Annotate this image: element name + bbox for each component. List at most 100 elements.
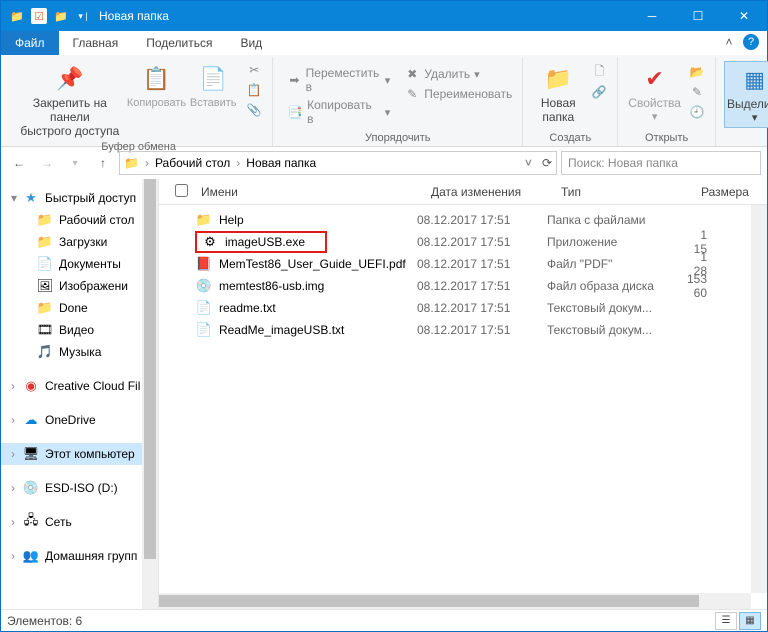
col-size[interactable]: Размера (695, 185, 767, 199)
ribbon: 📌 Закрепить на панелибыстрого доступа 📋 … (1, 55, 767, 147)
pin-icon: 📌 (54, 63, 86, 95)
nav-forward-button[interactable]: → (35, 151, 59, 175)
rename-button[interactable]: ✎Переименовать (402, 85, 514, 103)
breadcrumb-folder[interactable]: Новая папка (246, 156, 316, 170)
column-header: Имени Дата изменения Тип Размера (159, 179, 767, 205)
address-dropdown-icon[interactable]: ˅ (525, 156, 532, 170)
homegroup-icon: 👥 (23, 548, 39, 564)
file-icon: 📄 (195, 322, 213, 338)
ribbon-tabs: Файл Главная Поделиться Вид ˄ ? (1, 31, 767, 55)
cut-icon: ✂ (246, 62, 262, 78)
sidebar-creative-cloud[interactable]: ›◉Creative Cloud Fil (1, 375, 158, 397)
file-row[interactable]: 📄ReadMe_imageUSB.txt08.12.2017 17:51Текс… (159, 319, 767, 341)
easy-access-button[interactable]: 🔗 (589, 83, 609, 101)
shortcut-icon: 📎 (246, 102, 262, 118)
nav-recent-button[interactable]: ▾ (63, 151, 87, 175)
copypath-button[interactable]: 📋 (244, 81, 264, 99)
sidebar-done[interactable]: 📁Done (1, 297, 158, 319)
open-group-label: Открыть (626, 132, 707, 146)
moveto-button[interactable]: ➡Переместить в ▾ (285, 65, 392, 95)
edit-button[interactable]: ✎ (687, 83, 707, 101)
view-details-button[interactable]: ☰ (715, 612, 737, 630)
qat-dropdown-icon[interactable]: ▾ | (75, 8, 91, 24)
col-type[interactable]: Тип (555, 185, 695, 199)
sidebar-quick-access[interactable]: ▾★Быстрый доступ (1, 187, 158, 209)
paste-shortcut-button[interactable]: 📎 (244, 101, 264, 119)
file-v-scrollbar[interactable] (751, 205, 767, 593)
col-name[interactable]: Имени (195, 185, 425, 199)
refresh-button[interactable]: ⟳ (542, 156, 552, 170)
nav-sidebar: ▾★Быстрый доступ 📁Рабочий стол 📁Загрузки… (1, 179, 159, 609)
delete-icon: ✖ (404, 66, 420, 82)
properties-button[interactable]: ✔ Свойства▾ (626, 61, 683, 126)
minimize-button[interactable]: ─ (629, 1, 675, 31)
file-icon: ⚙ (201, 234, 219, 250)
pc-icon: 🖥 (23, 446, 39, 462)
tab-view[interactable]: Вид (226, 31, 276, 55)
delete-button[interactable]: ✖Удалить ▾ (402, 65, 514, 83)
pin-quick-access-button[interactable]: 📌 Закрепить на панелибыстрого доступа (13, 61, 127, 141)
search-input[interactable]: Поиск: Новая папка (561, 151, 761, 175)
sidebar-homegroup[interactable]: ›👥Домашняя групп (1, 545, 158, 567)
file-row[interactable]: 📁Help08.12.2017 17:51Папка с файлами (159, 209, 767, 231)
pictures-icon: 🖼 (37, 278, 53, 294)
sidebar-downloads[interactable]: 📁Загрузки (1, 231, 158, 253)
file-list: 📁Help08.12.2017 17:51Папка с файлами⚙ima… (159, 205, 767, 609)
moveto-icon: ➡ (287, 72, 301, 88)
cc-icon: ◉ (23, 378, 39, 394)
help-icon[interactable]: ? (743, 34, 759, 50)
sidebar-onedrive[interactable]: ›☁OneDrive (1, 409, 158, 431)
main-area: ▾★Быстрый доступ 📁Рабочий стол 📁Загрузки… (1, 179, 767, 609)
window-title: Новая папка (99, 9, 169, 23)
history-icon: 🕘 (689, 104, 705, 120)
copy-button[interactable]: 📋 Копировать (127, 61, 186, 112)
close-button[interactable]: ✕ (721, 1, 767, 31)
paste-button[interactable]: 📄 Вставить (186, 61, 240, 112)
select-icon: ▦ (739, 64, 768, 96)
paste-icon: 📄 (197, 63, 229, 95)
new-folder-button[interactable]: 📁 Новаяпапка (531, 61, 585, 127)
organize-group-label: Упорядочить (281, 132, 514, 146)
sidebar-documents[interactable]: 📄Документы (1, 253, 158, 275)
tab-home[interactable]: Главная (59, 31, 133, 55)
sidebar-network[interactable]: ›🖧Сеть (1, 511, 158, 533)
sidebar-desktop[interactable]: 📁Рабочий стол (1, 209, 158, 231)
nav-back-button[interactable]: ← (7, 151, 31, 175)
videos-icon: 🎞 (37, 322, 53, 338)
col-date[interactable]: Дата изменения (425, 185, 555, 199)
copyto-button[interactable]: 📑Копировать в ▾ (285, 97, 392, 127)
sidebar-esd[interactable]: ›💿ESD-ISO (D:) (1, 477, 158, 499)
qat-checkbox-icon[interactable]: ☑ (31, 8, 47, 24)
file-row[interactable]: 💿memtest86-usb.img08.12.2017 17:51Файл о… (159, 275, 767, 297)
file-row[interactable]: 📄readme.txt08.12.2017 17:51Текстовый док… (159, 297, 767, 319)
sidebar-scrollbar[interactable] (142, 179, 158, 609)
history-button[interactable]: 🕘 (687, 103, 707, 121)
file-row[interactable]: 📕MemTest86_User_Guide_UEFI.pdf08.12.2017… (159, 253, 767, 275)
sidebar-videos[interactable]: 🎞Видео (1, 319, 158, 341)
ribbon-collapse-icon[interactable]: ˄ (721, 34, 737, 50)
nav-up-button[interactable]: ↑ (91, 151, 115, 175)
edit-icon: ✎ (689, 84, 705, 100)
sidebar-this-pc[interactable]: ›🖥Этот компьютер (1, 443, 158, 465)
file-row[interactable]: ⚙imageUSB.exe08.12.2017 17:51Приложение1… (159, 231, 767, 253)
tab-share[interactable]: Поделиться (132, 31, 226, 55)
sidebar-pictures[interactable]: 🖼Изображени (1, 275, 158, 297)
copy-icon: 📋 (141, 63, 173, 95)
cut-button[interactable]: ✂ (244, 61, 264, 79)
properties-icon: ✔ (639, 63, 671, 95)
folder-icon: 📁 (124, 156, 139, 170)
folder-icon: 📁 (37, 234, 53, 250)
open-button[interactable]: 📂 (687, 63, 707, 81)
select-all-checkbox[interactable] (175, 184, 188, 197)
address-bar[interactable]: 📁 › Рабочий стол › Новая папка ˅ ⟳ (119, 151, 557, 175)
maximize-button[interactable]: ☐ (675, 1, 721, 31)
sidebar-music[interactable]: 🎵Музыка (1, 341, 158, 363)
folder-icon: 📁 (9, 8, 25, 24)
view-icons-button[interactable]: ▦ (739, 612, 761, 630)
breadcrumb-desktop[interactable]: Рабочий стол (155, 156, 230, 170)
tab-file[interactable]: Файл (1, 31, 59, 55)
select-button[interactable]: ▦ Выделить▾ (724, 61, 768, 128)
new-item-button[interactable]: 🗋 (589, 63, 609, 81)
file-h-scrollbar[interactable] (159, 593, 751, 609)
rename-icon: ✎ (404, 86, 420, 102)
